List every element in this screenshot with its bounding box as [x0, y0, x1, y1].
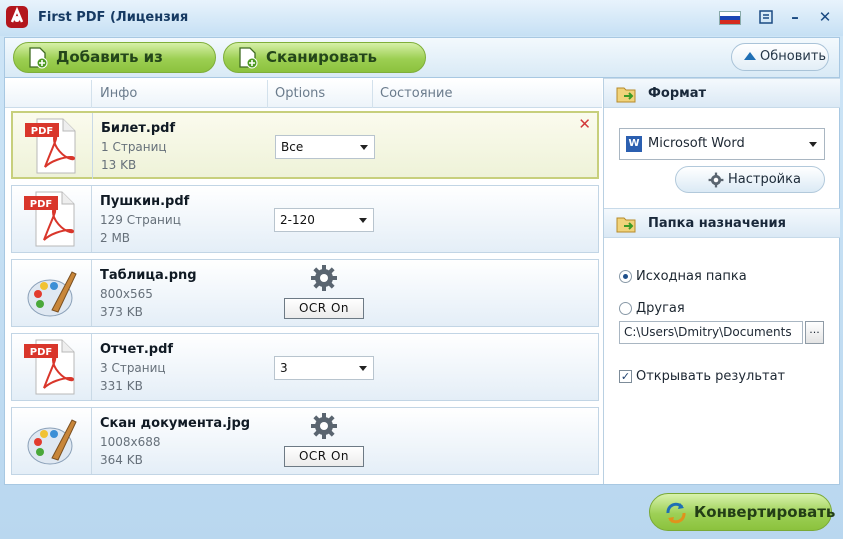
- page-range-value: 3: [280, 361, 288, 375]
- format-value: Microsoft Word: [648, 136, 745, 151]
- file-list-panel: Инфо Options Состояние PDF Билет.pdf 1 С…: [5, 78, 602, 484]
- menu-icon[interactable]: [756, 7, 776, 27]
- refresh-label: Обновить: [760, 49, 827, 64]
- file-dimensions: 1008x688: [100, 435, 161, 449]
- file-row[interactable]: Таблица.png 800x565 373 KB OCR On: [11, 259, 599, 327]
- pdf-file-icon: PDF: [25, 118, 76, 174]
- file-thumbnail: [12, 408, 92, 474]
- file-dimensions: 800x565: [100, 287, 153, 301]
- add-document-icon: [29, 47, 48, 69]
- add-from-file-button[interactable]: Добавить из файла: [13, 42, 216, 95]
- settings-panel: Формат W Microsoft Word Настройка Папка …: [603, 78, 840, 484]
- source-folder-label: Исходная папка: [636, 269, 747, 284]
- file-name: Таблица.png: [100, 268, 197, 283]
- page-range-select[interactable]: 2-120: [274, 208, 374, 232]
- remove-file-icon[interactable]: ✕: [578, 115, 591, 133]
- file-thumbnail: PDF: [12, 186, 92, 252]
- column-status[interactable]: Состояние: [380, 86, 452, 101]
- page-range-select[interactable]: 3: [274, 356, 374, 380]
- settings-label: Настройка: [728, 172, 801, 187]
- minimize-button[interactable]: –: [785, 7, 805, 27]
- chevron-down-icon: [359, 218, 367, 223]
- file-row[interactable]: Скан документа.jpg 1008x688 364 KB OCR O…: [11, 407, 599, 475]
- file-size: 13 KB: [101, 158, 137, 172]
- format-select[interactable]: W Microsoft Word: [619, 128, 825, 160]
- browse-button[interactable]: ...: [805, 321, 824, 344]
- gear-icon[interactable]: [310, 412, 338, 440]
- gear-icon[interactable]: [310, 264, 338, 292]
- pdf-file-icon: PDF: [24, 339, 75, 395]
- file-thumbnail: PDF: [12, 334, 92, 400]
- chevron-down-icon: [359, 366, 367, 371]
- image-file-icon: [27, 271, 77, 317]
- file-size: 364 KB: [100, 453, 143, 467]
- file-name: Отчет.pdf: [100, 342, 174, 357]
- file-size: 2 MB: [100, 231, 131, 245]
- radio-selected-icon: [619, 270, 632, 283]
- arrow-folder-icon: [616, 87, 636, 103]
- settings-button[interactable]: Настройка: [675, 166, 825, 193]
- file-size: 373 KB: [100, 305, 143, 319]
- app-logo-icon: [6, 6, 28, 28]
- file-row[interactable]: PDF Отчет.pdf 3 Страниц 331 KB 3: [11, 333, 599, 401]
- file-pages: 3 Страниц: [100, 361, 166, 375]
- file-name: Билет.pdf: [101, 121, 176, 136]
- window-title: First PDF (Лицензия: [38, 10, 189, 25]
- pdf-file-icon: PDF: [24, 191, 75, 247]
- chevron-down-icon: [360, 145, 368, 150]
- ocr-toggle-button[interactable]: OCR On: [284, 446, 364, 467]
- scan-label: Сканировать: [266, 48, 378, 66]
- file-thumbnail: [12, 260, 92, 326]
- page-range-value: 2-120: [280, 213, 315, 227]
- file-name: Скан документа.jpg: [100, 416, 251, 431]
- column-options[interactable]: Options: [275, 86, 325, 101]
- ocr-toggle-button[interactable]: OCR On: [284, 298, 364, 319]
- file-row[interactable]: PDF Билет.pdf 1 Страниц 13 KB Все ✕: [11, 111, 599, 179]
- column-header: Инфо Options Состояние: [5, 80, 602, 108]
- file-size: 331 KB: [100, 379, 143, 393]
- gear-icon: [708, 172, 724, 188]
- pdf-badge-label: PDF: [30, 347, 52, 358]
- arrow-folder-icon: [616, 217, 636, 233]
- destination-header-label: Папка назначения: [648, 216, 786, 231]
- word-icon: W: [626, 136, 642, 152]
- column-info[interactable]: Инфо: [100, 86, 137, 101]
- file-row[interactable]: PDF Пушкин.pdf 129 Страниц 2 MB 2-120: [11, 185, 599, 253]
- file-thumbnail: PDF: [13, 113, 93, 179]
- scan-button[interactable]: Сканировать: [223, 42, 426, 73]
- russian-flag-icon[interactable]: [719, 11, 741, 25]
- convert-label: Конвертировать: [694, 503, 836, 521]
- close-window-button[interactable]: ✕: [815, 7, 835, 27]
- file-name: Пушкин.pdf: [100, 194, 190, 209]
- open-result-checkbox[interactable]: ✓: [619, 370, 632, 383]
- scan-document-icon: [239, 47, 258, 69]
- output-path-field[interactable]: C:\Users\Dmitry\Documents: [619, 321, 803, 344]
- page-range-select[interactable]: Все: [275, 135, 375, 159]
- main-area: Инфо Options Состояние PDF Билет.pdf 1 С…: [4, 77, 840, 485]
- pdf-badge-label: PDF: [30, 199, 52, 210]
- file-pages: 1 Страниц: [101, 140, 167, 154]
- destination-section-header: Папка назначения: [604, 208, 840, 238]
- format-header-label: Формат: [648, 86, 707, 101]
- chevron-down-icon: [809, 142, 817, 147]
- title-bar: First PDF (Лицензия – ✕: [0, 0, 843, 36]
- image-file-icon: [27, 419, 77, 465]
- convert-button[interactable]: Конвертировать: [649, 493, 836, 531]
- other-folder-label: Другая: [636, 301, 685, 316]
- toolbar: Добавить из файла Сканировать Обновить: [4, 37, 840, 95]
- radio-unselected-icon: [619, 302, 632, 315]
- page-range-value: Все: [281, 140, 304, 154]
- format-section-header: Формат: [604, 78, 840, 108]
- open-result-label: Открывать результат: [636, 369, 786, 384]
- file-pages: 129 Страниц: [100, 213, 181, 227]
- refresh-button[interactable]: Обновить: [731, 43, 829, 71]
- convert-arrows-icon: [666, 502, 686, 524]
- arrow-up-icon: [744, 52, 756, 60]
- pdf-badge-label: PDF: [31, 126, 53, 137]
